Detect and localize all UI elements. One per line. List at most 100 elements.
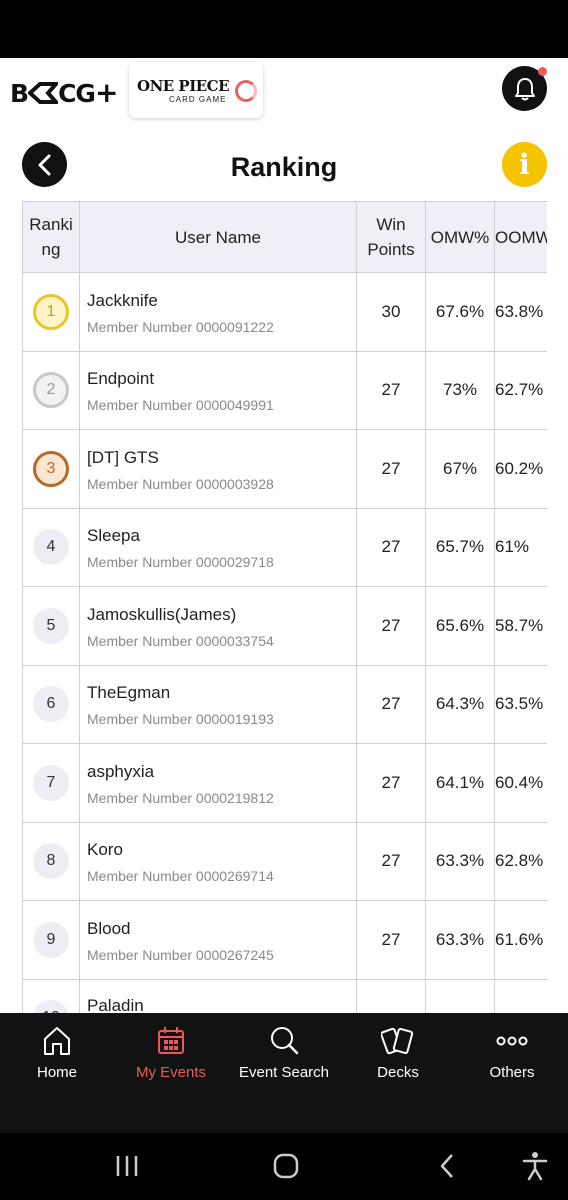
user-cell: Jamoskullis(James) Member Number 00000337… [79, 586, 357, 666]
brand-letter: B [10, 79, 29, 108]
table-row[interactable]: 10 Paladin [22, 978, 547, 1014]
user-cell: Paladin [79, 978, 357, 1014]
home-icon [44, 1027, 70, 1055]
rank-badge: 10 [33, 999, 69, 1013]
notification-button[interactable] [502, 66, 547, 111]
win-points-cell: 27 [356, 350, 426, 430]
user-cell: Blood Member Number 0000267245 [79, 900, 357, 980]
header-label: OOMW [495, 227, 548, 247]
nav-others[interactable]: Others [455, 1013, 568, 1133]
table-row[interactable]: 1 Jackknife Member Number 0000091222 30 6… [22, 272, 547, 352]
member-number: Member Number 0000269714 [87, 868, 274, 885]
user-name: Endpoint [87, 369, 155, 389]
brand-mid: CG [58, 79, 96, 108]
one-piece-card-game-logo[interactable]: ONE PIECE CARD GAME [129, 62, 263, 118]
rank-cell: 7 [22, 743, 80, 823]
oomw-cell: 63.5% [494, 664, 547, 744]
user-cell: asphyxia Member Number 0000219812 [79, 743, 357, 823]
table-row[interactable]: 4 Sleepa Member Number 0000029718 27 65.7… [22, 507, 547, 587]
home-circle-icon [273, 1153, 299, 1179]
info-icon: i [519, 148, 530, 181]
oomw-cell: 62.7% [494, 350, 547, 430]
game-logo-title: ONE PIECE [137, 77, 230, 95]
nav-label: Others [489, 1064, 535, 1081]
omw-cell: 64.3% [425, 664, 495, 744]
accessibility-button[interactable] [520, 1151, 550, 1181]
user-name: TheEgman [87, 683, 171, 703]
table-row[interactable]: 7 asphyxia Member Number 0000219812 27 64… [22, 743, 547, 823]
user-cell: TheEgman Member Number 0000019193 [79, 664, 357, 744]
member-number: Member Number 0000019193 [87, 711, 274, 728]
header-label: Ranking [29, 215, 73, 259]
win-points-cell: 27 [356, 586, 426, 666]
nav-home[interactable]: Home [0, 1013, 114, 1133]
table-row[interactable]: 3 [DT] GTS Member Number 0000003928 27 67… [22, 429, 547, 509]
win-points-cell: 30 [356, 272, 426, 352]
oomw-cell: 60.4% [494, 743, 547, 823]
nav-label: Event Search [238, 1064, 330, 1081]
system-home-button[interactable] [270, 1151, 302, 1181]
nav-my-events[interactable]: My Events [114, 1013, 228, 1133]
table-row[interactable]: 2 Endpoint Member Number 0000049991 27 73… [22, 350, 547, 430]
win-points-cell [356, 978, 426, 1013]
nav-label: Decks [377, 1064, 419, 1081]
nav-decks[interactable]: Decks [341, 1013, 455, 1133]
column-header-omw[interactable]: OMW% [425, 201, 495, 273]
calendar-icon [158, 1027, 184, 1054]
member-number: Member Number 0000267245 [87, 946, 274, 963]
rank-cell: 1 [22, 272, 80, 352]
header-label: User Name [175, 227, 261, 247]
user-name: Blood [87, 918, 131, 938]
ranking-table[interactable]: Ranking User Name Win Points OMW% OOMW 1… [22, 201, 547, 1013]
column-header-ranking[interactable]: Ranking [22, 201, 80, 273]
nav-label: Home [36, 1064, 77, 1081]
nav-event-search[interactable]: Event Search [227, 1013, 341, 1133]
user-name: Paladin [87, 995, 144, 1014]
omw-cell: 63.3% [425, 900, 495, 980]
win-points-cell: 27 [356, 507, 426, 587]
table-row[interactable]: 9 Blood Member Number 0000267245 27 63.3%… [22, 900, 547, 980]
column-header-user-name[interactable]: User Name [79, 201, 357, 273]
user-cell: [DT] GTS Member Number 0000003928 [79, 429, 357, 509]
column-header-oomw[interactable]: OOMW [494, 201, 548, 273]
omw-cell [425, 978, 495, 1013]
column-header-win-points[interactable]: Win Points [356, 201, 426, 273]
omw-cell: 73% [425, 350, 495, 430]
user-cell: Sleepa Member Number 0000029718 [79, 507, 357, 587]
oomw-cell: 60.2% [494, 429, 547, 509]
user-cell: Endpoint Member Number 0000049991 [79, 350, 357, 430]
header-label: Win Points [367, 215, 415, 259]
rank-cell: 6 [22, 664, 80, 744]
silver-rank-badge: 2 [33, 372, 69, 409]
table-row[interactable]: 8 Koro Member Number 0000269714 27 63.3% … [22, 821, 547, 901]
rank-badge: 7 [33, 764, 69, 801]
table-header-row: Ranking User Name Win Points OMW% OOMW [22, 201, 548, 273]
more-icon [496, 1036, 528, 1046]
app-header: B CG+ ONE PIECE CARD GAME [0, 58, 568, 122]
win-points-cell: 27 [356, 743, 426, 823]
info-button[interactable]: i [502, 142, 547, 187]
bell-icon [514, 77, 535, 100]
brand-shape-icon [27, 82, 61, 104]
system-back-button[interactable] [434, 1151, 460, 1181]
table-row[interactable]: 6 TheEgman Member Number 0000019193 27 64… [22, 664, 547, 744]
member-number: Member Number 0000003928 [87, 475, 274, 492]
table-row[interactable]: 5 Jamoskullis(James) Member Number 000003… [22, 586, 547, 666]
user-cell: Koro Member Number 0000269714 [79, 821, 357, 901]
bandai-tcg-plus-logo[interactable]: B CG+ [10, 76, 118, 109]
user-name: Jackknife [87, 290, 158, 310]
member-number: Member Number 0000049991 [87, 397, 274, 414]
user-cell: Jackknife Member Number 0000091222 [79, 272, 357, 352]
recent-apps-button[interactable] [112, 1151, 142, 1181]
bronze-rank-badge: 3 [33, 450, 69, 487]
recent-apps-icon [116, 1156, 138, 1176]
accessibility-icon [522, 1152, 548, 1181]
omw-cell: 65.6% [425, 586, 495, 666]
brand-plus: + [94, 76, 118, 109]
win-points-cell: 27 [356, 664, 426, 744]
member-number: Member Number 0000029718 [87, 554, 274, 571]
user-name: Sleepa [87, 526, 140, 546]
gold-rank-badge: 1 [33, 293, 69, 330]
game-logo-subtitle: CARD GAME [169, 95, 227, 104]
cards-icon [381, 1027, 414, 1055]
